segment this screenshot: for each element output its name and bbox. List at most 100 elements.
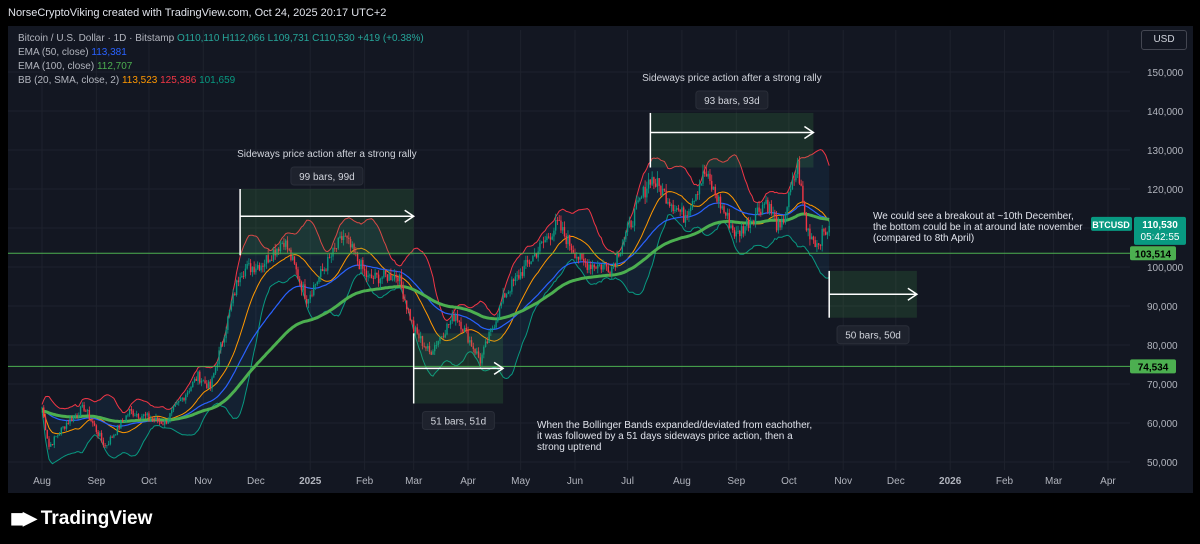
candle-body — [316, 281, 318, 285]
candle-body — [749, 220, 752, 228]
candle-body — [204, 380, 206, 384]
candle-body — [812, 236, 815, 241]
candle-body — [44, 416, 47, 430]
candle-body — [95, 425, 98, 432]
candle-body — [400, 274, 403, 287]
candle-body — [172, 406, 175, 411]
candle-body — [200, 380, 203, 383]
candle-body — [60, 427, 62, 435]
currency-button[interactable]: USD — [1141, 30, 1187, 50]
candle-body — [411, 320, 413, 322]
candle-body — [547, 236, 550, 238]
legend-symbol: Bitcoin / U.S. Dollar · 1D · Bitstamp — [18, 33, 175, 44]
candle-body — [111, 436, 113, 438]
candle-body — [581, 253, 583, 259]
candle-body — [234, 293, 236, 296]
candle-body — [572, 250, 574, 253]
candle-body — [817, 243, 820, 245]
candle-body — [193, 378, 196, 382]
annotation-text: strong uptrend — [537, 442, 602, 453]
candle-body — [626, 223, 629, 232]
y-tick-label: 60,000 — [1147, 419, 1178, 430]
x-tick-label: 2025 — [299, 476, 322, 487]
candle-body — [144, 414, 147, 416]
y-tick-label: 70,000 — [1147, 380, 1178, 391]
candle-body — [505, 293, 508, 298]
candle-body — [74, 415, 77, 417]
candle-body — [270, 260, 273, 261]
legend-ema100-row[interactable]: EMA (100, close) 112,707 — [18, 60, 424, 74]
candle-body — [178, 401, 180, 403]
candle-body — [600, 264, 602, 270]
candle-body — [628, 220, 631, 224]
candle-body — [523, 265, 525, 276]
candle-body — [302, 284, 304, 291]
candle-body — [721, 206, 723, 209]
candle-body — [383, 270, 385, 278]
candle-body — [597, 264, 599, 269]
candle-body — [118, 425, 120, 429]
candle-body — [142, 414, 145, 417]
candle-body — [493, 327, 496, 329]
candle-body — [462, 329, 464, 332]
candle-body — [540, 241, 543, 243]
candle-body — [293, 256, 296, 264]
candle-body — [609, 272, 611, 274]
candle-body — [134, 415, 136, 417]
candle-body — [556, 220, 559, 221]
candle-body — [711, 180, 713, 190]
candle-body — [732, 225, 734, 231]
candle-body — [681, 207, 683, 212]
date-range-label: 99 bars, 99d — [299, 172, 355, 183]
legend-ema50-row[interactable]: EMA (50, close) 113,381 — [18, 46, 424, 60]
candle-body — [186, 392, 189, 396]
candle-body — [174, 404, 176, 407]
candle-body — [453, 314, 455, 322]
candle-body — [244, 268, 247, 277]
candle-body — [69, 418, 71, 424]
candle-body — [125, 415, 127, 422]
candle-body — [667, 201, 669, 204]
candle-body — [595, 267, 597, 269]
candle-body — [542, 241, 545, 243]
candle-body — [590, 264, 592, 269]
candle-body — [809, 228, 811, 240]
tradingview-logo[interactable]: ◼▶ TradingView — [10, 508, 152, 530]
candle-body — [560, 220, 562, 231]
candle-body — [148, 413, 150, 420]
candle-body — [214, 367, 217, 374]
x-tick-label: Apr — [1100, 476, 1116, 487]
candle-body — [705, 174, 708, 177]
candle-body — [397, 277, 399, 282]
y-tick-label: 90,000 — [1147, 302, 1178, 313]
candle-body — [807, 228, 809, 231]
candle-body — [586, 263, 588, 270]
candle-body — [756, 207, 759, 214]
candle-body — [151, 418, 154, 420]
candle-body — [311, 294, 313, 296]
candle-body — [795, 174, 797, 181]
candle-body — [633, 208, 636, 226]
candle-body — [551, 236, 553, 240]
candle-body — [448, 324, 450, 325]
candle-body — [726, 212, 729, 216]
candle-body — [253, 266, 255, 273]
legend-bb-row[interactable]: BB (20, SMA, close, 2) 113,523 125,386 1… — [18, 74, 424, 88]
candle-body — [309, 294, 311, 300]
candle-body — [71, 418, 73, 422]
candle-body — [416, 327, 418, 334]
candle-body — [605, 263, 608, 267]
candle-body — [81, 404, 84, 407]
candle-body — [113, 435, 115, 438]
candle-body — [686, 215, 688, 216]
candle-body — [577, 256, 580, 260]
candle-body — [682, 207, 685, 223]
candle-body — [653, 177, 655, 184]
candle-body — [490, 328, 492, 332]
candle-body — [714, 186, 716, 195]
candle-body — [630, 220, 632, 228]
candle-body — [314, 284, 317, 286]
footer-bar: ◼▶ TradingView — [0, 493, 1200, 544]
candle-body — [546, 236, 548, 241]
legend-ema50-label: EMA (50, close) — [18, 47, 89, 58]
